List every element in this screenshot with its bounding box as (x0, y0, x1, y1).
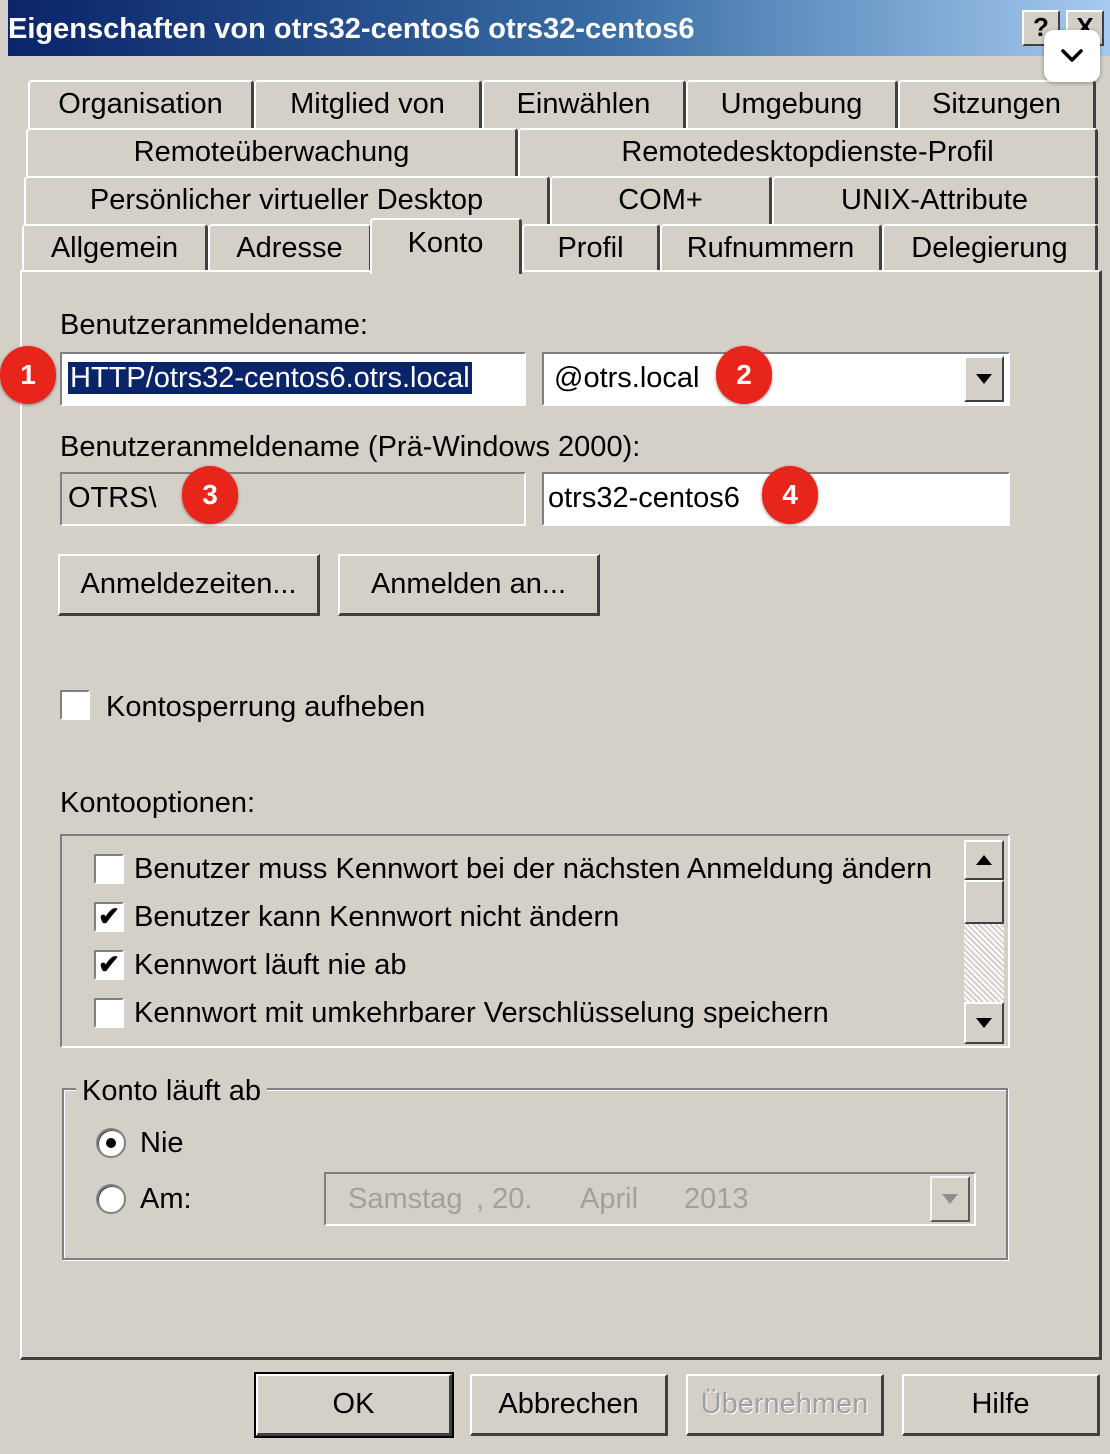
annotation-badge-3: 3 (182, 466, 238, 524)
dropdown-arrow-icon (976, 374, 992, 384)
domain-suffix-select[interactable]: @otrs.local (542, 352, 1010, 406)
annotation-badge-1: 1 (0, 346, 56, 404)
tab-organisation[interactable]: Organisation (28, 80, 254, 128)
account-expires-label: Konto läuft ab (76, 1074, 267, 1108)
expiry-date-picker[interactable]: Samstag , 20. April 2013 (324, 1172, 976, 1226)
tab-konto[interactable]: Konto (370, 218, 522, 274)
tab-adresse[interactable]: Adresse (208, 224, 372, 272)
chevron-down-icon[interactable] (1044, 30, 1100, 82)
arrow-up-icon (976, 855, 992, 865)
tab-rufnummern[interactable]: Rufnummern (660, 224, 882, 272)
apply-button[interactable]: Übernehmen (686, 1374, 884, 1436)
tab-allgemein[interactable]: Allgemein (22, 224, 208, 272)
never-label: Nie (140, 1127, 184, 1159)
dropdown-arrow-icon (942, 1194, 958, 1204)
tab-einwaehlen[interactable]: Einwählen (482, 80, 686, 128)
annotation-badge-2: 2 (716, 346, 772, 404)
date-month: April (580, 1183, 639, 1215)
cancel-button[interactable]: Abbrechen (470, 1374, 668, 1436)
option-label-0: Benutzer muss Kennwort bei der nächsten … (134, 853, 932, 885)
logon-hours-button[interactable]: Anmeldezeiten... (58, 554, 320, 616)
unlock-checkbox[interactable] (60, 690, 90, 720)
option-label-2: Kennwort läuft nie ab (134, 949, 407, 981)
tab-persoenlicher-virtueller-desktop[interactable]: Persönlicher virtueller Desktop (24, 176, 550, 224)
logon-name-label: Benutzeranmeldename: (60, 309, 368, 341)
option-checkbox-1[interactable]: ✔ (94, 902, 124, 932)
radio-selected-dot (106, 1138, 116, 1148)
tab-unix-attribute[interactable]: UNIX-Attribute (772, 176, 1098, 224)
ok-button[interactable]: OK (254, 1372, 454, 1438)
tab-profil[interactable]: Profil (522, 224, 660, 272)
help-button[interactable]: Hilfe (902, 1374, 1100, 1436)
scroll-down-button[interactable] (964, 1002, 1004, 1044)
pre2000-label: Benutzeranmeldename (Prä-Windows 2000): (60, 431, 641, 463)
date-dropdown-button[interactable] (930, 1176, 970, 1222)
option-label-1: Benutzer kann Kennwort nicht ändern (134, 901, 620, 933)
pre2000-name-value: otrs32-centos6 (548, 482, 740, 514)
date-day: , 20. (476, 1183, 533, 1215)
arrow-down-icon (976, 1018, 992, 1028)
window-title: Eigenschaften von otrs32-centos6 otrs32-… (8, 13, 695, 45)
annotation-badge-4: 4 (762, 466, 818, 524)
option-label-3: Kennwort mit umkehrbarer Verschlüsselung… (134, 997, 829, 1029)
option-checkbox-2[interactable]: ✔ (94, 950, 124, 980)
tab-delegierung[interactable]: Delegierung (882, 224, 1098, 272)
never-radio[interactable] (96, 1128, 126, 1158)
domain-dropdown-button[interactable] (964, 356, 1004, 402)
tab-mitglied-von[interactable]: Mitglied von (254, 80, 482, 128)
on-date-radio[interactable] (96, 1184, 126, 1214)
logon-to-button[interactable]: Anmelden an... (338, 554, 600, 616)
pre2000-domain-field: OTRS\ (60, 472, 526, 526)
tab-remotedesktopdienste-profil[interactable]: Remotedesktopdienste-Profil (518, 128, 1098, 176)
domain-suffix-value: @otrs.local (554, 362, 700, 394)
tab-com-plus[interactable]: COM+ (550, 176, 772, 224)
tab-umgebung[interactable]: Umgebung (686, 80, 898, 128)
on-date-label: Am: (140, 1183, 192, 1215)
option-checkbox-3[interactable] (94, 998, 124, 1028)
title-bar: Eigenschaften von otrs32-centos6 otrs32-… (8, 0, 1110, 56)
logon-name-value: HTTP/otrs32-centos6.otrs.local (68, 362, 472, 394)
option-checkbox-0[interactable] (94, 854, 124, 884)
pre2000-domain-value: OTRS\ (68, 482, 157, 514)
scroll-thumb[interactable] (964, 880, 1004, 924)
unlock-label: Kontosperrung aufheben (106, 691, 426, 723)
scroll-up-button[interactable] (964, 840, 1004, 880)
date-year: 2013 (684, 1183, 749, 1215)
logon-name-input[interactable]: HTTP/otrs32-centos6.otrs.local (60, 352, 526, 406)
tab-remoteueberwachung[interactable]: Remoteüberwachung (26, 128, 518, 176)
account-options-label: Kontooptionen: (60, 787, 256, 819)
tab-sitzungen[interactable]: Sitzungen (898, 80, 1096, 128)
date-weekday: Samstag (348, 1183, 463, 1215)
